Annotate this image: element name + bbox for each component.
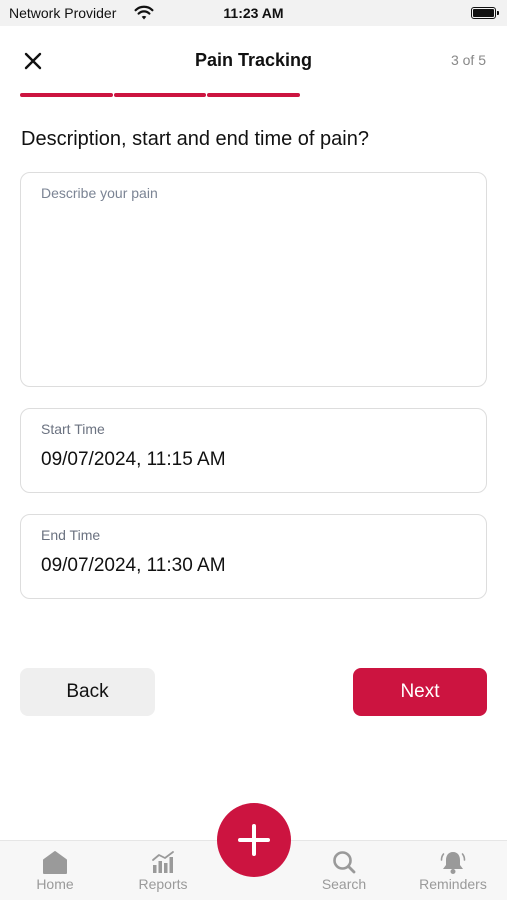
- end-time-value: 09/07/2024, 11:30 AM: [41, 555, 226, 576]
- reports-icon: [152, 851, 174, 873]
- page-title: Pain Tracking: [194, 50, 313, 70]
- progress-segment: [20, 93, 113, 97]
- step-counter: 3 of 5: [450, 52, 486, 68]
- progress-bar: [20, 93, 487, 97]
- end-time-field[interactable]: End Time 09/07/2024, 11:30 AM: [20, 514, 487, 599]
- tab-home-label: Home: [36, 876, 74, 892]
- status-bar: Network Provider 11:23 AM: [0, 0, 507, 26]
- tab-search[interactable]: Search: [299, 841, 389, 900]
- status-time: 11:23 AM: [223, 5, 284, 21]
- progress-segment: [394, 93, 487, 97]
- progress-segment: [113, 93, 207, 97]
- progress-segment: [300, 93, 394, 97]
- bell-icon: [440, 852, 466, 874]
- tab-reports-label: Reports: [138, 876, 188, 892]
- start-time-value: 09/07/2024, 11:15 AM: [41, 449, 226, 470]
- progress-segment: [207, 93, 300, 97]
- tab-search-label: Search: [321, 876, 367, 892]
- add-entry-button[interactable]: [217, 803, 291, 877]
- tab-reminders[interactable]: Reminders: [408, 841, 498, 900]
- tab-home[interactable]: Home: [10, 841, 100, 900]
- back-button[interactable]: Back: [20, 668, 155, 716]
- description-placeholder: Describe your pain: [41, 185, 158, 201]
- start-time-label: Start Time: [41, 421, 105, 437]
- next-button[interactable]: Next: [353, 668, 487, 716]
- plus-icon: [238, 824, 270, 856]
- battery-icon: [471, 7, 499, 19]
- search-icon: [333, 851, 356, 874]
- description-field[interactable]: Describe your pain: [20, 172, 487, 387]
- home-icon: [43, 851, 67, 874]
- question-text: Description, start and end time of pain?: [21, 128, 369, 150]
- end-time-label: End Time: [41, 527, 101, 543]
- tab-reports[interactable]: Reports: [118, 841, 208, 900]
- start-time-field[interactable]: Start Time 09/07/2024, 11:15 AM: [20, 408, 487, 493]
- tab-reminders-label: Reminders: [419, 876, 487, 892]
